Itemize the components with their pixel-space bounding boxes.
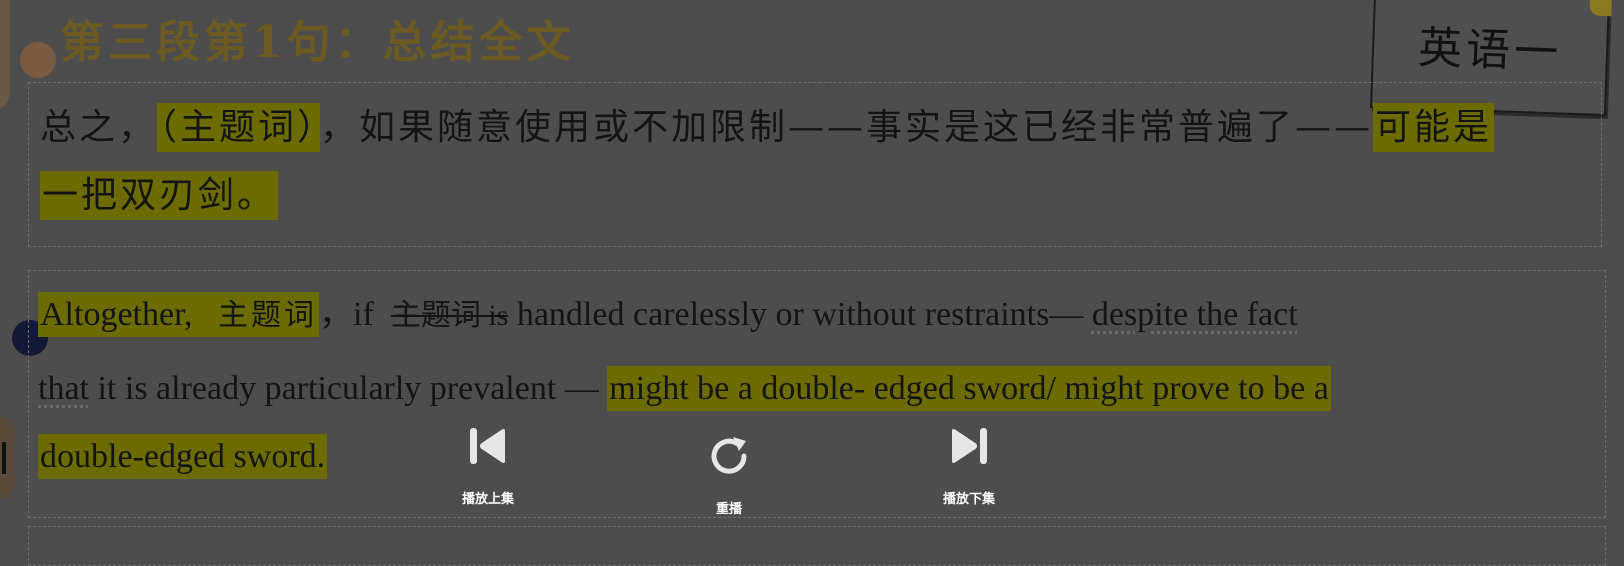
english-highlight: might be a double- edged sword/ might pr… xyxy=(607,366,1331,411)
play-next-button[interactable]: 播放下集 xyxy=(909,408,1029,507)
english-word: Altogether, xyxy=(40,296,193,333)
english-line-2: that it is already particularly prevalen… xyxy=(38,366,1331,411)
topic-placeholder: 主题词 xyxy=(218,298,318,333)
chinese-text: 总之， xyxy=(40,107,158,148)
play-previous-label: 播放上集 xyxy=(461,492,514,507)
next-sentence-box xyxy=(28,526,1606,566)
english-highlight: double-edged sword. xyxy=(38,434,328,479)
exam-tag-label: 英语一 xyxy=(1417,22,1563,79)
struck-text: 主题词 is xyxy=(390,299,509,332)
replay-icon xyxy=(691,418,767,494)
english-text: it is already particularly prevalent — xyxy=(97,370,599,407)
dotted-text: that xyxy=(38,370,89,407)
chinese-text: ，如果随意使用或不加限制——事实是这已经非常普遍了—— xyxy=(320,107,1374,148)
section-title: 第三段第1句：总结全文 xyxy=(60,17,575,68)
chinese-highlight: 一把双刃剑。 xyxy=(40,171,279,220)
english-line-1: Altogether, 主题词，if 主题词 is handled carele… xyxy=(38,292,1298,337)
side-tab-handle xyxy=(0,418,14,498)
play-next-label: 播放下集 xyxy=(942,492,995,507)
decorative-tab xyxy=(0,0,10,110)
english-highlight: Altogether, 主题词 xyxy=(38,292,320,337)
pin-icon xyxy=(1589,0,1612,17)
english-text: ，if xyxy=(319,296,374,333)
skip-previous-icon xyxy=(450,408,526,484)
skip-next-icon xyxy=(931,408,1007,484)
decorative-dot xyxy=(20,42,56,78)
replay-label: 重播 xyxy=(715,502,742,517)
chinese-line-1: 总之，（主题词），如果随意使用或不加限制——事实是这已经非常普遍了——可能是 xyxy=(40,103,1495,152)
chinese-line-2: 一把双刃剑。 xyxy=(40,171,279,220)
play-previous-button[interactable]: 播放上集 xyxy=(428,408,548,507)
replay-button[interactable]: 重播 xyxy=(669,418,789,517)
dotted-text: despite the fact xyxy=(1091,296,1298,333)
chinese-highlight: （主题词） xyxy=(157,103,321,152)
chinese-highlight: 可能是 xyxy=(1373,103,1495,152)
english-text: handled carelessly or without restraints… xyxy=(516,296,1084,333)
english-line-3: double-edged sword. xyxy=(38,434,328,479)
lesson-slide: 第三段第1句：总结全文 英语一 总之，（主题词），如果随意使用或不加限制——事实… xyxy=(0,0,1624,566)
